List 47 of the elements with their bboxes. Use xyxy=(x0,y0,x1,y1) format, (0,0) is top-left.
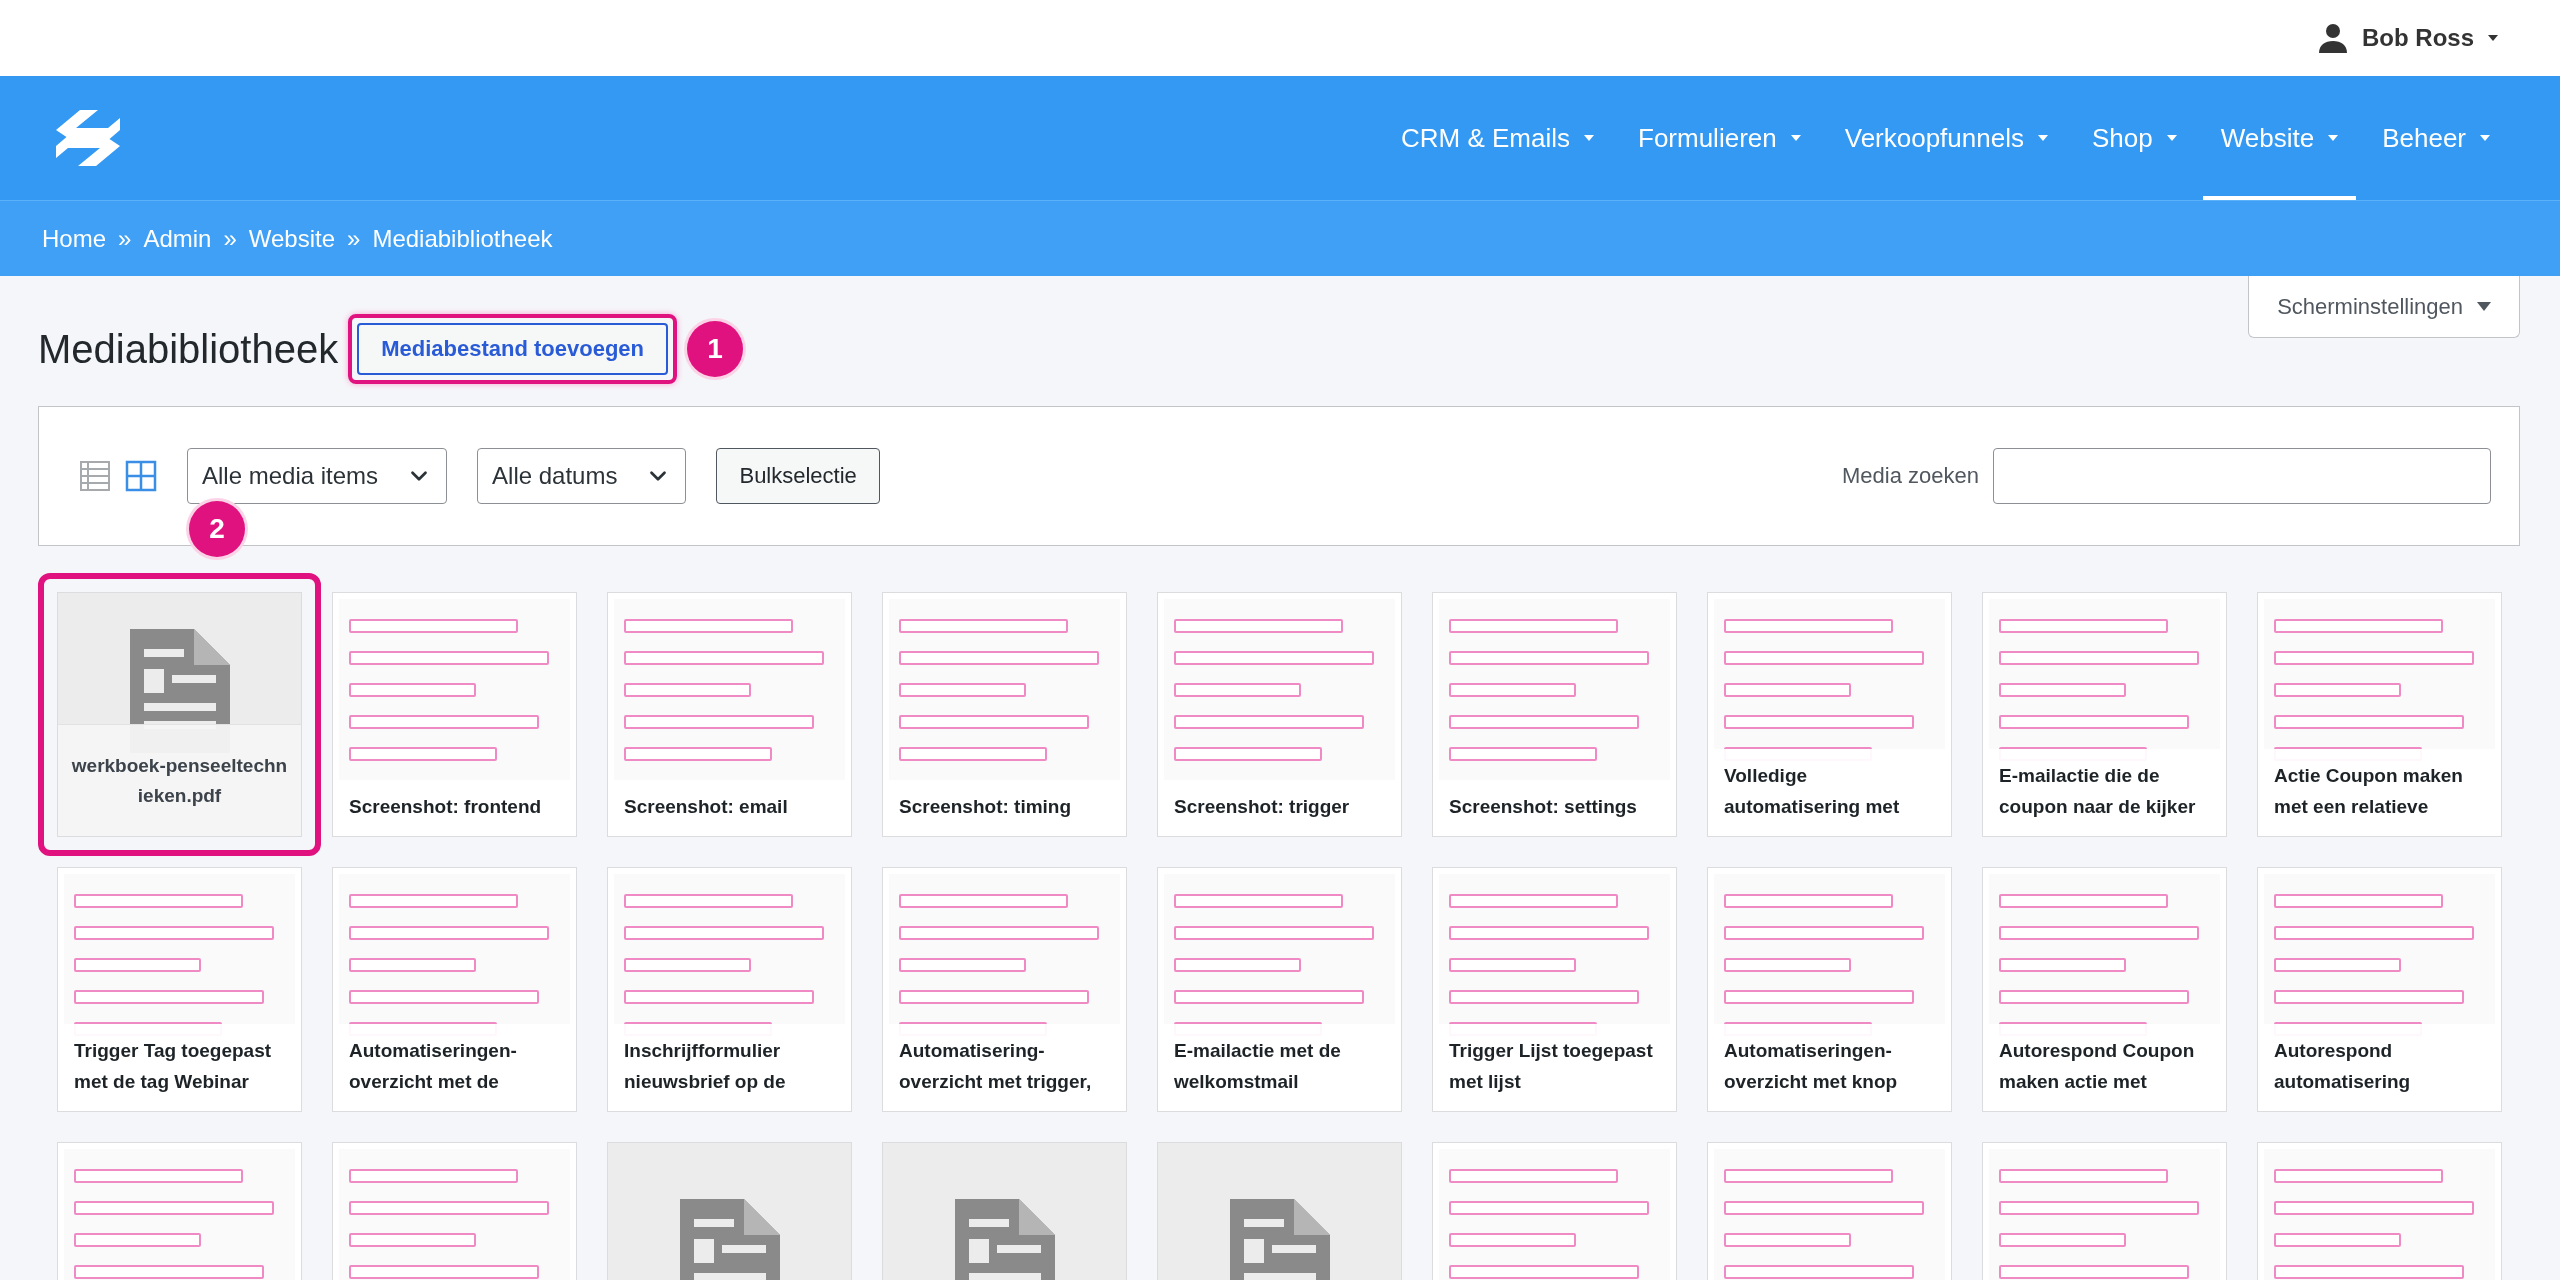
view-toggle[interactable] xyxy=(125,460,157,492)
user-icon xyxy=(2318,23,2348,53)
media-tile[interactable]: Screenshot: settings xyxy=(1432,592,1677,837)
media-tile[interactable]: Automatiseringen-overzicht met de xyxy=(332,867,577,1112)
bulk-select-button[interactable]: Bulkselectie xyxy=(716,448,880,504)
media-tile[interactable]: Screenshot: trigger xyxy=(1157,592,1402,837)
list-view-icon xyxy=(79,460,111,492)
caret-icon xyxy=(1584,135,1594,141)
filter-dropdown[interactable]: Alle media items xyxy=(187,448,448,504)
media-tile[interactable]: Screenshot: timing xyxy=(882,592,1127,837)
user-name: Bob Ross xyxy=(2362,24,2474,52)
caret-icon xyxy=(1790,135,1801,141)
add-media-button[interactable]: Mediabestand toevoegen xyxy=(357,323,669,375)
caret-icon xyxy=(2166,135,2177,141)
caret-icon xyxy=(2488,35,2498,41)
media-tile[interactable]: Screenshot: email xyxy=(607,592,852,837)
media-tile[interactable]: Automatiseringen-overzicht met knop xyxy=(1707,867,1952,1112)
page-title: Mediabibliotheek xyxy=(38,326,339,372)
media-tile[interactable]: Inschrijfformulier nieuwsbrief op de xyxy=(607,867,852,1112)
caret-icon xyxy=(2037,135,2048,141)
media-tile[interactable]: E-mailactie met de welkomstmail xyxy=(1157,867,1402,1112)
search-field[interactable] xyxy=(1993,448,2491,504)
media-tile[interactable]: Screenshot: frontend xyxy=(332,592,577,837)
media-tile[interactable]: Autorespond automatisering xyxy=(2257,867,2502,1112)
file-name: werkboek-penseeltechnieken.pdf xyxy=(58,724,301,836)
step-badge: 2 xyxy=(189,501,245,557)
grid-view-icon xyxy=(125,460,157,492)
media-tile[interactable]: E-mailactie die de coupon naar de kijker xyxy=(1982,592,2227,837)
caret-icon xyxy=(2328,135,2339,141)
screen-options-button[interactable]: Scherminstellingen xyxy=(2248,276,2520,338)
breadcrumb-separator: » xyxy=(347,224,361,253)
media-tile[interactable]: Autorespond Coupon maken actie met xyxy=(1982,867,2227,1112)
media-tile[interactable]: Automatisering-overzicht met trigger, xyxy=(882,867,1127,1112)
step-badge: 1 xyxy=(687,321,744,377)
media-tile[interactable]: Actie Coupon maken met een relatieve xyxy=(2257,592,2502,837)
caret-icon xyxy=(2480,135,2490,141)
media-tile[interactable]: werkboek-penseeltechnieken.pdf xyxy=(38,573,321,856)
search-label: Media zoeken xyxy=(1842,463,1979,489)
breadcrumb-separator: » xyxy=(118,224,132,253)
media-tile[interactable]: Volledige automatisering met xyxy=(1707,592,1952,837)
media-tile[interactable]: Trigger Lijst toegepast met lijst xyxy=(1432,867,1677,1112)
view-toggle[interactable] xyxy=(79,460,111,492)
breadcrumb-separator: » xyxy=(223,224,237,253)
user-menu[interactable]: Bob Ross xyxy=(2312,22,2504,54)
filter-dropdown[interactable]: Alle datums xyxy=(477,448,687,504)
media-tile[interactable]: Trigger Tag toegepast met de tag Webinar xyxy=(57,867,302,1112)
caret-icon xyxy=(2477,302,2491,311)
